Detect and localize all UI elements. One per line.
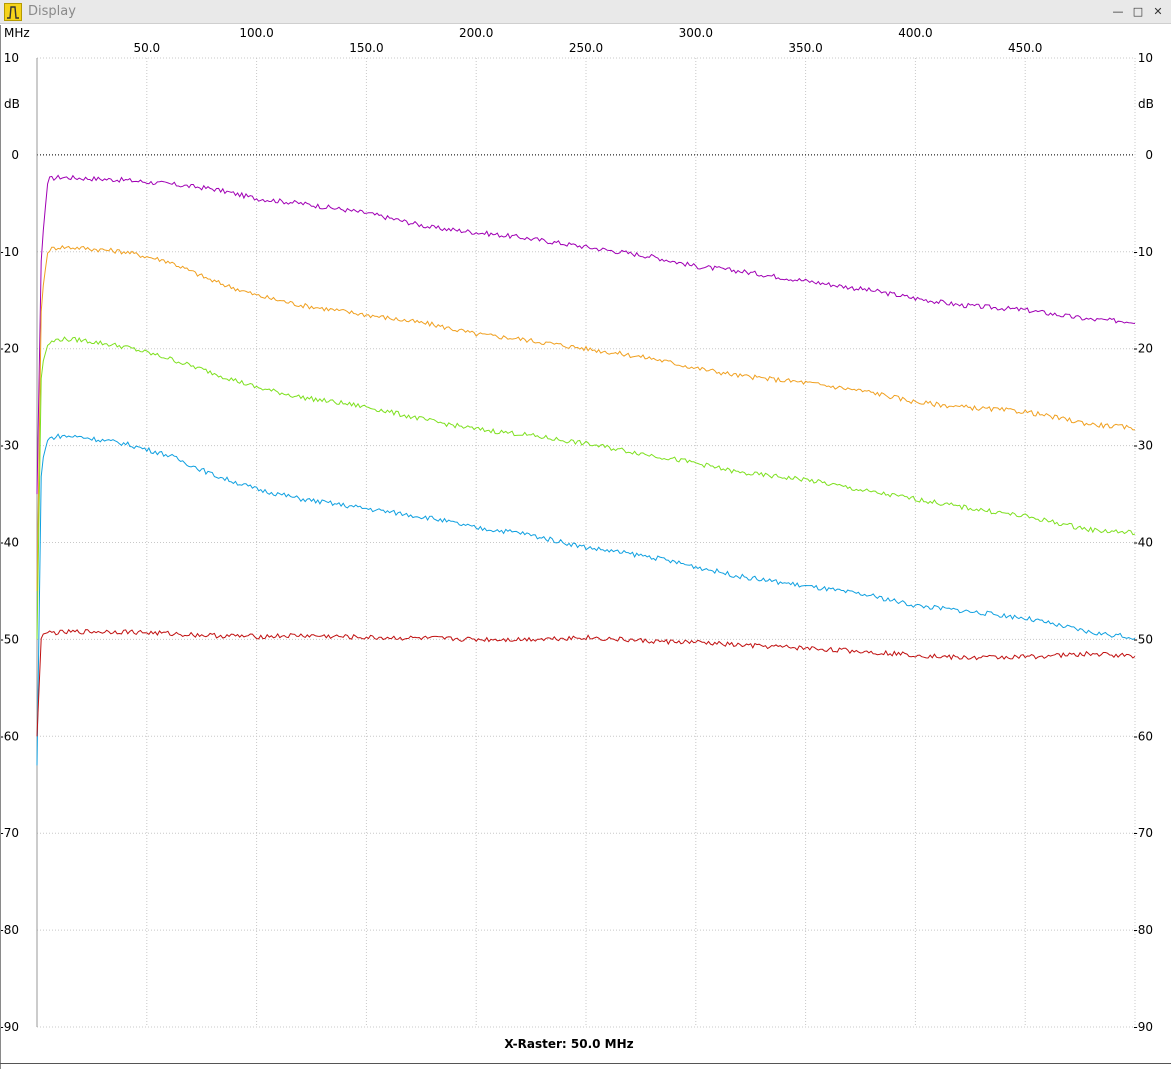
x-tick-label-lower: 50.0 <box>133 41 160 55</box>
x-raster-label: X-Raster: 50.0 MHz <box>504 1037 634 1051</box>
y-tick-label-left: -30 <box>1 439 19 453</box>
y-tick-label-right: 10 <box>1138 51 1153 65</box>
y-tick-label-right: -50 <box>1133 632 1153 646</box>
y-tick-label-left: -10 <box>1 245 19 259</box>
y-tick-label-left: -80 <box>1 923 19 937</box>
x-tick-label-lower: 250.0 <box>569 41 603 55</box>
x-tick-label-upper: 100.0 <box>239 26 273 40</box>
y-tick-label-left: -50 <box>1 632 19 646</box>
window-titlebar[interactable]: Display — □ ✕ <box>0 0 1171 24</box>
y-tick-label-right: 0 <box>1145 148 1153 162</box>
y-tick-label-left: -90 <box>1 1020 19 1034</box>
y-tick-label-right: -70 <box>1133 826 1153 840</box>
x-unit-label: MHz <box>4 26 30 40</box>
chart-svg: 10 10 0 0 -10 -10 -20 -20 -30 -30 -40 -40 -50 -50 -60 -… <box>1 26 1154 1034</box>
y-tick-label-right: -40 <box>1133 536 1153 550</box>
minimize-icon[interactable]: — <box>1110 4 1126 20</box>
y-tick-label-right: -80 <box>1133 923 1153 937</box>
y-tick-label-left: -60 <box>1 729 19 743</box>
spectrum-plot[interactable]: 10 10 0 0 -10 -10 -20 -20 -30 -30 -40 -40 -50 -50 -60 -… <box>0 25 1171 1069</box>
x-tick-label-upper: 400.0 <box>898 26 932 40</box>
y-tick-label-left: 0 <box>11 148 19 162</box>
close-icon[interactable]: ✕ <box>1150 4 1166 20</box>
y-unit-label-right: dB <box>1138 97 1154 111</box>
y-tick-label-right: -10 <box>1133 245 1153 259</box>
y-tick-label-left: -20 <box>1 342 19 356</box>
window-title: Display <box>28 4 76 19</box>
y-tick-label-right: -20 <box>1133 342 1153 356</box>
y-tick-label-left: -70 <box>1 826 19 840</box>
y-tick-label-left: -40 <box>1 536 19 550</box>
y-tick-label-right: -90 <box>1133 1020 1153 1034</box>
x-tick-label-upper: 200.0 <box>459 26 493 40</box>
x-tick-label-lower: 350.0 <box>788 41 822 55</box>
x-tick-label-upper: 300.0 <box>679 26 713 40</box>
y-tick-label-right: -60 <box>1133 729 1153 743</box>
filter-icon <box>4 3 22 21</box>
x-tick-label-lower: 450.0 <box>1008 41 1042 55</box>
bottom-divider <box>0 1063 1171 1064</box>
y-tick-label-right: -30 <box>1133 439 1153 453</box>
y-tick-label-left: 10 <box>4 51 19 65</box>
maximize-icon[interactable]: □ <box>1130 4 1146 20</box>
y-unit-label-left: dB <box>4 97 20 111</box>
x-tick-label-lower: 150.0 <box>349 41 383 55</box>
